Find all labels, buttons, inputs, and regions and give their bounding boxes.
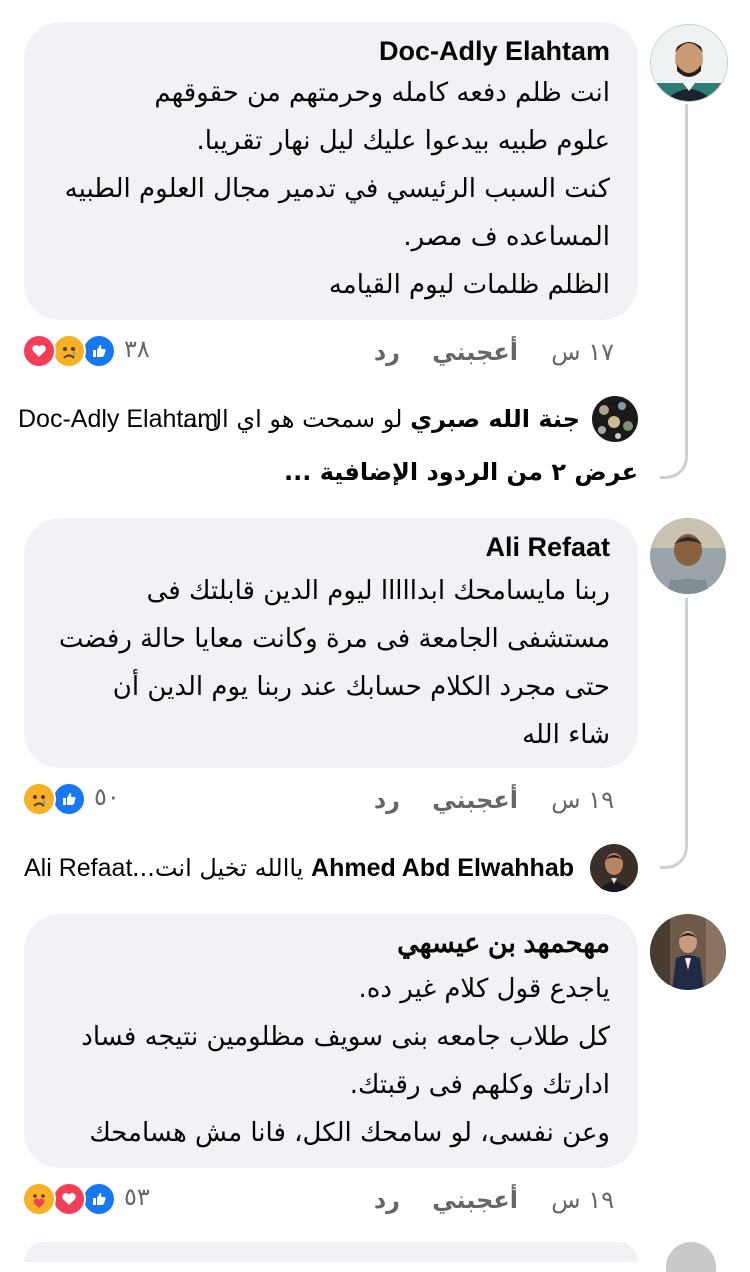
reply-action[interactable]: رد: [374, 338, 400, 366]
comment-text-line: ياجدع قول كلام غير ده.: [358, 974, 610, 1004]
comment-author[interactable]: مهحمهد بن عيسهي: [397, 928, 610, 959]
reaction-count: ٥٠: [94, 783, 120, 811]
reply-action[interactable]: رد: [374, 1186, 400, 1214]
comment-text-line: علوم طبيه بيدعوا عليك ليل نهار تقريبا.: [196, 126, 611, 156]
comment-text-line: ربنا مايسامحك ابدااااا ليوم الدين قابلتك…: [146, 576, 610, 606]
like-action[interactable]: أعجبني: [432, 1186, 518, 1214]
thread-line: [660, 104, 688, 479]
comment-time[interactable]: ١٩ س: [551, 1186, 614, 1214]
comment-bubble: مهحمهد بن عيسهي ياجدع قول كلام غير ده. ك…: [24, 914, 638, 1168]
comment-bubble: Doc-Adly Elahtam انت ظلم دفعه كامله وحرم…: [24, 22, 638, 320]
sad-icon: [22, 782, 56, 816]
reply-preview[interactable]: Ahmed Abd Elwahhab ياالله تخيل انت...: [132, 854, 574, 883]
reaction-summary[interactable]: ٥٣: [22, 1182, 162, 1216]
comment-text-line: مستشفى الجامعة فى مرة وكانت معايا حالة ر…: [58, 624, 610, 654]
comment-author[interactable]: Doc-Adly Elahtam: [379, 36, 610, 67]
reaction-summary[interactable]: ٥٠: [22, 782, 132, 816]
comment-text-line: حتى مجرد الكلام حسابك عند ربنا يوم الدين…: [112, 672, 610, 702]
comment-bubble: Ali Refaat ربنا مايسامحك ابدااااا ليوم ا…: [24, 518, 638, 768]
reply-author[interactable]: جنة الله صبري: [410, 405, 580, 433]
avatar-doc-adly[interactable]: [650, 24, 728, 102]
avatar-mohamed[interactable]: [650, 914, 726, 990]
reply-mention: Ali Refaat: [24, 854, 133, 882]
comment-author[interactable]: Ali Refaat: [485, 532, 610, 563]
comment-text-line: كل طلاب جامعه بنى سويف مظلومين نتيجه فسا…: [81, 1022, 610, 1052]
love-icon: [22, 334, 56, 368]
love-icon: [52, 1182, 86, 1216]
reaction-count: ٥٣: [124, 1183, 150, 1211]
thread-line: [660, 598, 688, 869]
comment-text-line: الظلم ظلمات ليوم القيامه: [328, 270, 610, 300]
next-comment-bubble-partial: [24, 1242, 638, 1262]
sad-icon: [52, 334, 86, 368]
reaction-count: ٣٨: [124, 335, 150, 363]
like-icon: [82, 334, 116, 368]
avatar-partial[interactable]: [666, 1242, 716, 1272]
comment-text-line: انت ظلم دفعه كامله وحرمتهم من حقوقهم: [154, 78, 610, 108]
reply-snippet: ياالله تخيل انت...: [131, 854, 304, 882]
like-action[interactable]: أعجبني: [432, 786, 518, 814]
like-action[interactable]: أعجبني: [432, 338, 518, 366]
comment-text-line: شاء الله: [522, 720, 610, 750]
comment-text-line: ادارتك وكلهم فى رقبتك.: [349, 1070, 610, 1100]
comment-text-line: كنت السبب الرئيسي في تدمير مجال العلوم ا…: [64, 174, 610, 204]
care-icon: [22, 1182, 56, 1216]
reply-preview[interactable]: جنة الله صبري لو سمحت هو اي ال...: [182, 405, 580, 433]
comment-text-line: وعن نفسى، لو سامحك الكل، فانا مش هسامحك: [89, 1118, 610, 1148]
like-icon: [82, 1182, 116, 1216]
view-more-replies[interactable]: عرض ٢ من الردود الإضافية ...: [284, 458, 638, 486]
reply-author[interactable]: Ahmed Abd Elwahhab: [311, 854, 574, 882]
reply-action[interactable]: رد: [374, 786, 400, 814]
reaction-summary[interactable]: ٣٨: [22, 334, 162, 368]
avatar-ali-refaat[interactable]: [650, 518, 726, 594]
comment-time[interactable]: ١٧ س: [551, 338, 614, 366]
avatar-reply-ahmed[interactable]: [590, 844, 638, 892]
comment-text-line: المساعده ف مصر.: [403, 222, 610, 252]
comment-time[interactable]: ١٩ س: [551, 786, 614, 814]
like-icon: [52, 782, 86, 816]
avatar-reply-jannat[interactable]: [592, 396, 638, 442]
reply-mention: Doc-Adly Elahtam: [18, 405, 219, 433]
